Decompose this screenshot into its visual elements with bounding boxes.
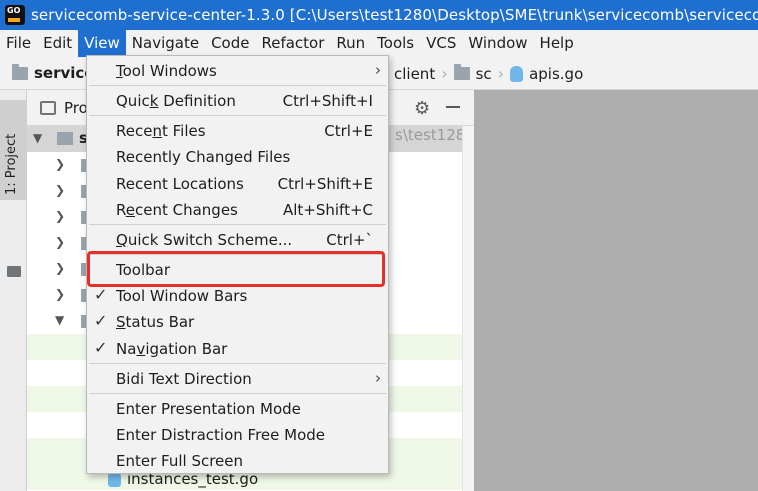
folder-icon bbox=[453, 64, 470, 80]
checkmark-icon: ✓ bbox=[94, 311, 108, 330]
menu-bar: File Edit View Navigate Code Refactor Ru… bbox=[0, 30, 758, 57]
menu-separator bbox=[89, 85, 386, 86]
chevron-right-icon[interactable]: ❯ bbox=[55, 183, 65, 197]
project-view-icon bbox=[40, 101, 56, 115]
menu-item-recent-changes[interactable]: Recent Changes Alt+Shift+C bbox=[87, 197, 388, 223]
goland-app-icon bbox=[5, 5, 25, 25]
chevron-right-icon[interactable]: ❯ bbox=[55, 235, 65, 249]
chevron-down-icon[interactable]: ▼ bbox=[55, 313, 64, 327]
nav-crumb-file[interactable]: apis.go bbox=[510, 65, 583, 83]
menu-item-label: Recent Changes bbox=[116, 201, 238, 219]
menu-item-presentation-mode[interactable]: Enter Presentation Mode bbox=[87, 396, 388, 422]
folder-icon[interactable] bbox=[7, 266, 21, 277]
menu-item-label: Tool Window Bars bbox=[116, 287, 248, 305]
gear-icon[interactable]: ⚙ bbox=[414, 98, 430, 119]
title-bar: servicecomb-service-center-1.3.0 [C:\Use… bbox=[0, 0, 758, 30]
nav-crumb-file-label: apis.go bbox=[529, 64, 584, 83]
nav-crumb-client-label: client bbox=[394, 64, 436, 83]
checkmark-icon: ✓ bbox=[94, 338, 108, 357]
chevron-right-icon[interactable]: ❯ bbox=[55, 261, 65, 275]
folder-icon bbox=[12, 63, 28, 80]
menu-view[interactable]: View bbox=[78, 30, 126, 57]
menu-item-label: Quick Definition bbox=[116, 92, 236, 110]
checkmark-icon: ✓ bbox=[94, 285, 108, 304]
breadcrumb: client › sc › apis.go bbox=[394, 64, 583, 83]
menu-item-label: Enter Distraction Free Mode bbox=[116, 426, 326, 444]
chevron-right-icon: › bbox=[375, 369, 381, 387]
menu-item-quick-switch-scheme[interactable]: Quick Switch Scheme... Ctrl+` bbox=[87, 227, 388, 253]
tool-window-strip: 1: Project bbox=[0, 90, 27, 491]
menu-item-navigation-bar[interactable]: ✓ Navigation Bar bbox=[87, 336, 388, 362]
project-view-selector[interactable]: Pro bbox=[64, 99, 88, 117]
chevron-right-icon: › bbox=[497, 64, 505, 83]
menu-item-distraction-free-mode[interactable]: Enter Distraction Free Mode bbox=[87, 422, 388, 448]
menu-item-full-screen[interactable]: Enter Full Screen bbox=[87, 448, 388, 474]
menu-vcs[interactable]: VCS bbox=[420, 30, 462, 57]
menu-separator bbox=[89, 224, 386, 225]
menu-item-shortcut: Ctrl+Shift+I bbox=[282, 92, 373, 110]
menu-tools[interactable]: Tools bbox=[371, 30, 420, 57]
chevron-down-icon[interactable]: ▼ bbox=[33, 131, 42, 145]
menu-item-shortcut: Alt+Shift+C bbox=[282, 201, 373, 219]
menu-item-quick-definition[interactable]: Quick Definition Ctrl+Shift+I bbox=[87, 88, 388, 114]
menu-item-label: Enter Full Screen bbox=[116, 452, 244, 470]
menu-item-label: Recent Files bbox=[116, 122, 206, 140]
menu-navigate[interactable]: Navigate bbox=[126, 30, 205, 57]
go-file-icon bbox=[510, 65, 524, 82]
menu-item-label: Status Bar bbox=[116, 313, 195, 331]
menu-item-bidi-text-direction[interactable]: Bidi Text Direction › bbox=[87, 366, 388, 392]
tree-scrollbar[interactable] bbox=[462, 126, 474, 491]
chevron-right-icon[interactable]: ❯ bbox=[55, 287, 65, 301]
menu-refactor[interactable]: Refactor bbox=[255, 30, 330, 57]
toolbar-highlight-box bbox=[87, 251, 385, 287]
project-tab-label: 1: Project bbox=[4, 133, 19, 195]
menu-item-label: Tool Windows bbox=[116, 62, 217, 80]
menu-item-recent-locations[interactable]: Recent Locations Ctrl+Shift+E bbox=[87, 171, 388, 197]
window-title: servicecomb-service-center-1.3.0 [C:\Use… bbox=[31, 6, 758, 24]
menu-item-shortcut: Ctrl+Shift+E bbox=[277, 175, 373, 193]
menu-separator bbox=[89, 115, 386, 116]
chevron-right-icon: › bbox=[375, 61, 381, 79]
menu-item-shortcut: Ctrl+E bbox=[324, 122, 373, 140]
menu-item-recent-files[interactable]: Recent Files Ctrl+E bbox=[87, 118, 388, 144]
menu-item-recently-changed-files[interactable]: Recently Changed Files bbox=[87, 144, 388, 170]
menu-item-label: Navigation Bar bbox=[116, 340, 228, 358]
menu-item-label: Recent Locations bbox=[116, 175, 244, 193]
chevron-right-icon[interactable]: ❯ bbox=[55, 209, 65, 223]
menu-separator bbox=[89, 363, 386, 364]
menu-item-label: Quick Switch Scheme... bbox=[116, 231, 293, 249]
menu-item-label: Bidi Text Direction bbox=[116, 370, 252, 388]
menu-item-shortcut: Ctrl+` bbox=[326, 231, 373, 249]
menu-item-tool-windows[interactable]: Tool Windows › bbox=[87, 58, 388, 84]
minimize-icon[interactable] bbox=[446, 106, 460, 108]
menu-item-status-bar[interactable]: ✓ Status Bar bbox=[87, 309, 388, 335]
menu-window[interactable]: Window bbox=[462, 30, 533, 57]
chevron-right-icon: › bbox=[441, 64, 448, 83]
folder-icon bbox=[57, 132, 73, 145]
menu-item-label: Recently Changed Files bbox=[116, 148, 291, 166]
menu-separator bbox=[89, 393, 386, 394]
nav-crumb-sc-label: sc bbox=[475, 64, 492, 83]
nav-crumb-sc[interactable]: sc bbox=[453, 64, 492, 83]
nav-root-crumb[interactable]: service bbox=[12, 63, 94, 82]
menu-help[interactable]: Help bbox=[534, 30, 580, 57]
nav-crumb-client[interactable]: client bbox=[394, 65, 435, 83]
project-tool-tab[interactable]: 1: Project bbox=[0, 100, 27, 200]
editor-area bbox=[474, 90, 758, 491]
menu-file[interactable]: File bbox=[0, 30, 37, 57]
menu-item-label: Enter Presentation Mode bbox=[116, 400, 301, 418]
menu-code[interactable]: Code bbox=[205, 30, 255, 57]
menu-edit[interactable]: Edit bbox=[37, 30, 78, 57]
menu-run[interactable]: Run bbox=[330, 30, 371, 57]
chevron-right-icon[interactable]: ❯ bbox=[55, 157, 65, 171]
